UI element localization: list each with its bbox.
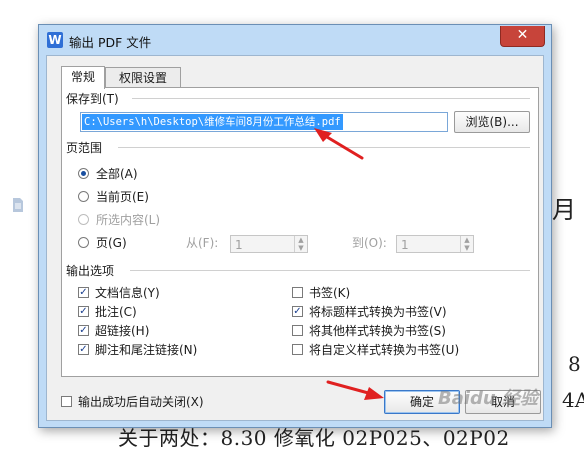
- range-current-radio[interactable]: [78, 191, 89, 202]
- custom-style-bookmarks-label: 将自定义样式转换为书签(U): [309, 343, 460, 357]
- document-icon: [13, 198, 23, 212]
- from-label: 从(F):: [186, 236, 219, 250]
- auto-close-checkbox[interactable]: [61, 396, 72, 407]
- from-page-value: 1: [235, 238, 243, 252]
- output-options-divider: [130, 270, 530, 271]
- heading-bookmarks-checkbox[interactable]: ✓: [292, 306, 303, 317]
- browse-button[interactable]: 浏览(B)...: [454, 111, 530, 133]
- range-current-label: 当前页(E): [96, 190, 149, 204]
- general-panel: 保存到(T) C:\Users\h\Desktop\维修车间8月份工作总结.pd…: [61, 87, 539, 377]
- save-to-divider: [132, 98, 530, 99]
- output-options-heading: 输出选项: [66, 262, 119, 279]
- bookmarks-checkbox[interactable]: [292, 287, 303, 298]
- range-all-label: 全部(A): [96, 167, 138, 181]
- range-selection-label: 所选内容(L): [96, 213, 161, 227]
- other-style-bookmarks-label: 将其他样式转换为书签(S): [309, 324, 446, 338]
- spin-up-icon: ▲: [464, 236, 470, 244]
- heading-bookmarks-label: 将标题样式转换为书签(V): [309, 305, 447, 319]
- auto-close-label: 输出成功后自动关闭(X): [78, 395, 204, 409]
- to-label: 到(O):: [352, 236, 387, 250]
- comments-label: 批注(C): [95, 305, 137, 319]
- range-all-radio[interactable]: [78, 168, 89, 179]
- bookmarks-label: 书签(K): [309, 286, 351, 300]
- background-text-number: 8: [568, 352, 581, 376]
- tab-general[interactable]: 常规: [61, 66, 105, 89]
- annotation-arrow-icon: [314, 128, 364, 160]
- tab-permissions[interactable]: 权限设置: [105, 67, 181, 88]
- hyperlinks-checkbox[interactable]: ✓: [78, 325, 89, 336]
- range-pages-label: 页(G): [96, 236, 127, 250]
- range-pages-option[interactable]: 页(G) 从(F): 1 ▲ ▼ 到(O): 1 ▲ ▼: [78, 235, 518, 253]
- dialog-title: 输出 PDF 文件: [69, 35, 152, 50]
- close-button[interactable]: ✕: [500, 26, 545, 47]
- to-page-stepper: 1 ▲ ▼: [396, 235, 474, 253]
- save-to-heading: 保存到(T): [66, 90, 123, 107]
- comments-checkbox[interactable]: ✓: [78, 306, 89, 317]
- dialog-titlebar[interactable]: W 输出 PDF 文件 ✕: [39, 25, 551, 55]
- footnote-links-label: 脚注和尾注链接(N): [95, 343, 198, 357]
- from-page-stepper: 1 ▲ ▼: [230, 235, 308, 253]
- dialog-client: 常规 权限设置 保存到(T) C:\Users\h\Desktop\维修车间8月…: [46, 55, 544, 421]
- to-page-value: 1: [401, 238, 409, 252]
- spin-down-icon: ▼: [464, 244, 470, 252]
- annotation-arrow-icon: [326, 380, 384, 400]
- doc-info-checkbox[interactable]: ✓: [78, 287, 89, 298]
- background-text-code: 4A: [562, 388, 584, 412]
- hyperlinks-label: 超链接(H): [95, 324, 150, 338]
- wps-writer-icon: W: [47, 32, 63, 48]
- doc-info-label: 文档信息(Y): [95, 286, 160, 300]
- range-pages-radio[interactable]: [78, 237, 89, 248]
- other-style-bookmarks-checkbox[interactable]: [292, 325, 303, 336]
- watermark-logo: Baidu 经验: [438, 388, 539, 409]
- spin-down-icon: ▼: [298, 244, 304, 252]
- background-text-char: 月: [552, 196, 576, 224]
- custom-style-bookmarks-checkbox[interactable]: [292, 344, 303, 355]
- save-path-field[interactable]: C:\Users\h\Desktop\维修车间8月份工作总结.pdf: [80, 112, 448, 132]
- page-range-heading: 页范围: [66, 139, 107, 156]
- save-path-value: C:\Users\h\Desktop\维修车间8月份工作总结.pdf: [82, 114, 343, 130]
- export-pdf-dialog: W 输出 PDF 文件 ✕ 常规 权限设置 保存到(T) C:\Users\h\…: [38, 24, 552, 428]
- range-selection-radio: [78, 214, 89, 225]
- spin-up-icon: ▲: [298, 236, 304, 244]
- footnote-links-checkbox[interactable]: ✓: [78, 344, 89, 355]
